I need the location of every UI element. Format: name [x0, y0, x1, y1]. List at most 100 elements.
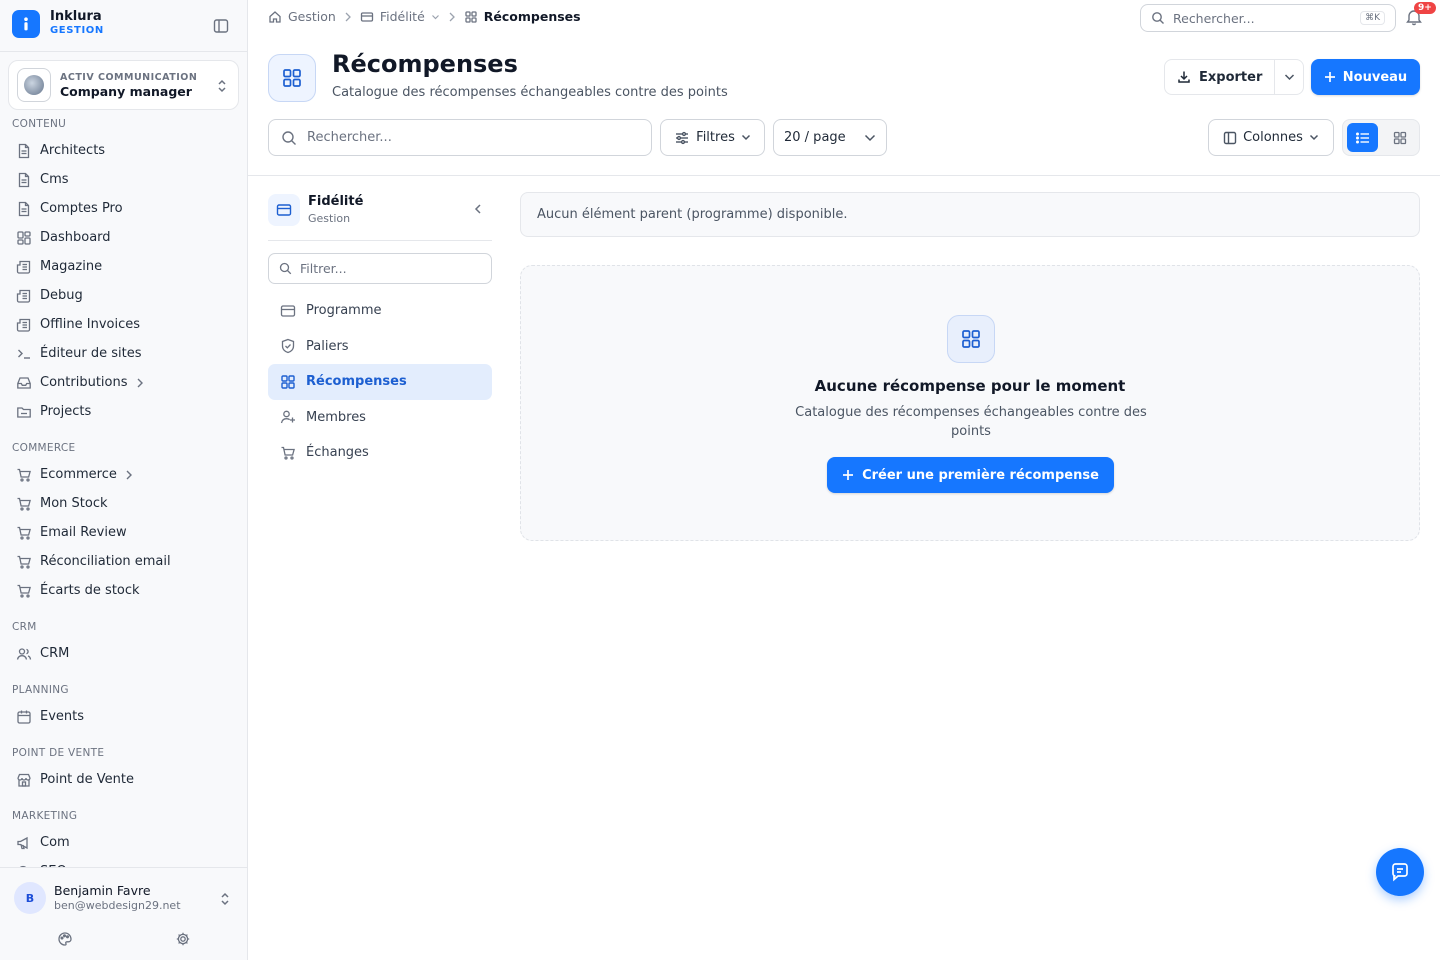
- sidebar-item-label: Ecommerce: [40, 467, 117, 482]
- export-label: Exporter: [1199, 69, 1263, 85]
- sidebar-item-magazine[interactable]: Magazine: [0, 252, 247, 281]
- sidebar-item-comptes-pro[interactable]: Comptes Pro: [0, 194, 247, 223]
- subnav-title: Fidélité: [308, 194, 364, 209]
- sidebar-item-ecommerce[interactable]: Ecommerce: [0, 460, 247, 489]
- sidebar-item-events[interactable]: Events: [0, 702, 247, 731]
- chevron-right-icon: [136, 378, 144, 388]
- sidebar-item-email-review[interactable]: Email Review: [0, 518, 247, 547]
- columns-label: Colonnes: [1243, 130, 1303, 145]
- subnav-filter[interactable]: [268, 253, 492, 284]
- list-icon: [1355, 132, 1370, 144]
- sidebar-item-crm[interactable]: CRM: [0, 639, 247, 668]
- file-text-icon: [16, 143, 32, 159]
- list-search-input[interactable]: [307, 130, 627, 145]
- export-options-button[interactable]: [1275, 60, 1303, 94]
- sidebar-item-com[interactable]: Com: [0, 828, 247, 857]
- breadcrumb-label: Fidélité: [379, 9, 425, 24]
- user-menu[interactable]: B Benjamin Favre ben@webdesign29.net: [0, 867, 247, 960]
- grid-view-button[interactable]: [1384, 123, 1415, 152]
- org-name: Company manager: [60, 84, 192, 99]
- new-button[interactable]: Nouveau: [1311, 59, 1420, 95]
- subnav-list: Programme Paliers Récompenses Membres Échang…: [268, 293, 492, 471]
- sidebar-item-label: CRM: [40, 646, 70, 661]
- subnav-caption: Gestion: [308, 212, 351, 225]
- sidebar-item-label: Com: [40, 835, 70, 850]
- dashboard-icon: [16, 230, 32, 246]
- sidebar-item-contributions[interactable]: Contributions: [0, 368, 247, 397]
- cart-icon: [16, 525, 32, 541]
- card-icon: [268, 194, 300, 226]
- empty-state: Aucune récompense pour le moment Catalog…: [520, 265, 1420, 541]
- breadcrumb-fidelite[interactable]: Fidélité: [360, 9, 440, 24]
- sidebar-item-label: Contributions: [40, 375, 128, 390]
- subnav-item-programme[interactable]: Programme: [268, 293, 492, 329]
- chevron-down-icon: [741, 134, 751, 141]
- sidebar-item-architects[interactable]: Architects: [0, 136, 247, 165]
- palette-icon[interactable]: [57, 931, 73, 947]
- sidebar-item-editeur-de-sites[interactable]: Éditeur de sites: [0, 339, 247, 368]
- global-search-input[interactable]: [1173, 10, 1353, 26]
- plus-icon: [842, 469, 854, 481]
- sidebar-item-dashboard[interactable]: Dashboard: [0, 223, 247, 252]
- per-page-value: 20 / page: [784, 130, 846, 145]
- list-search[interactable]: [268, 119, 652, 156]
- grid-icon: [1393, 131, 1407, 145]
- create-first-reward-label: Créer une première récompense: [862, 467, 1099, 483]
- sidebar-item-label: Email Review: [40, 525, 127, 540]
- sidebar-item-label: Offline Invoices: [40, 317, 141, 332]
- plus-icon: [1324, 71, 1336, 83]
- info-logo-icon: [12, 10, 40, 38]
- sidebar-item-label: Architects: [40, 143, 106, 158]
- nav-section-title: COMMERCE: [12, 442, 76, 454]
- subnav-item-membres[interactable]: Membres: [268, 400, 492, 436]
- org-switcher[interactable]: ACTIV COMMUNICATION Company manager: [8, 60, 239, 110]
- brand[interactable]: Inklura GESTION: [12, 10, 104, 38]
- subnav-item-paliers[interactable]: Paliers: [268, 329, 492, 365]
- list-view-button[interactable]: [1347, 123, 1378, 152]
- divider: [0, 51, 247, 52]
- sidebar-item-point-de-vente[interactable]: Point de Vente: [0, 765, 247, 794]
- calendar-icon: [16, 709, 32, 725]
- chat-button[interactable]: [1376, 848, 1424, 896]
- sidebar-item-offline-invoices[interactable]: Offline Invoices: [0, 310, 247, 339]
- gear-icon[interactable]: [175, 931, 191, 947]
- sidebar-toggle-icon[interactable]: [212, 17, 230, 35]
- chevron-down-icon: [1309, 134, 1319, 141]
- sidebar-item-label: Dashboard: [40, 230, 111, 245]
- chevron-down-icon: [431, 13, 440, 21]
- sidebar-item-reconciliation-email[interactable]: Réconciliation email: [0, 547, 247, 576]
- file-text-icon: [16, 172, 32, 188]
- create-first-reward-button[interactable]: Créer une première récompense: [827, 457, 1114, 493]
- nav-section-title: PLANNING: [12, 684, 69, 696]
- breadcrumb-gestion[interactable]: Gestion: [268, 9, 336, 24]
- subnav-item-label: Échanges: [306, 445, 369, 461]
- chevron-down-icon: [864, 134, 876, 142]
- filters-button[interactable]: Filtres: [660, 119, 765, 156]
- subnav-item-label: Programme: [306, 303, 382, 319]
- nav-section-title: POINT DE VENTE: [12, 747, 105, 759]
- per-page-select[interactable]: 20 / page: [773, 119, 887, 156]
- subnav-filter-input[interactable]: [300, 261, 470, 276]
- view-mode-toggle: [1342, 119, 1420, 156]
- subnav-item-recompenses[interactable]: Récompenses: [268, 364, 492, 400]
- sliders-icon: [674, 131, 690, 145]
- user-name: Benjamin Favre: [54, 883, 151, 898]
- sidebar-item-projects[interactable]: Projects: [0, 397, 247, 426]
- subnav-item-echanges[interactable]: Échanges: [268, 435, 492, 471]
- cart-icon: [16, 467, 32, 483]
- grid-icon: [280, 374, 296, 390]
- sidebar-item-debug[interactable]: Debug: [0, 281, 247, 310]
- global-search[interactable]: ⌘K: [1140, 4, 1396, 32]
- terminal-icon: [16, 346, 32, 362]
- chevron-left-icon[interactable]: [471, 202, 485, 216]
- notifications-button[interactable]: 9+: [1406, 2, 1436, 26]
- export-button[interactable]: Exporter: [1165, 60, 1276, 94]
- columns-button[interactable]: Colonnes: [1208, 119, 1334, 156]
- sidebar-item-label: Point de Vente: [40, 772, 135, 787]
- sidebar-item-cms[interactable]: Cms: [0, 165, 247, 194]
- shortcut-hint: ⌘K: [1360, 11, 1385, 25]
- sidebar-item-mon-stock[interactable]: Mon Stock: [0, 489, 247, 518]
- grid-icon: [268, 54, 316, 102]
- sidebar-item-ecarts-de-stock[interactable]: Écarts de stock: [0, 576, 247, 605]
- sidebar-item-label: Comptes Pro: [40, 201, 123, 216]
